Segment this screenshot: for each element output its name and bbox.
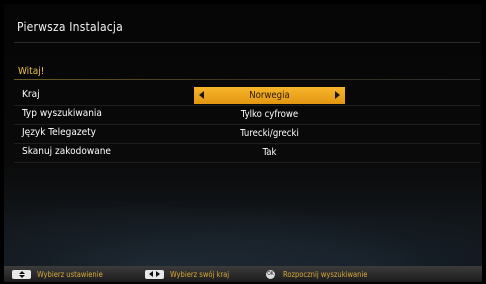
ok-button-icon: OK bbox=[266, 269, 275, 279]
menu-row-country[interactable]: Kraj Norwegia bbox=[14, 87, 480, 106]
welcome-divider bbox=[14, 79, 480, 80]
up-down-key-icon bbox=[12, 269, 31, 279]
page-title: Pierwsza Instalacja bbox=[17, 20, 123, 34]
left-right-key-icon bbox=[145, 269, 164, 279]
hint-select-setting-text: Wybierz ustawienie bbox=[37, 269, 103, 279]
teletext-language-label: Język Telegazety bbox=[22, 127, 96, 138]
hint-start-search-text: Rozpocznij wyszukiwanie bbox=[283, 269, 368, 279]
country-selector[interactable]: Norwegia bbox=[194, 87, 345, 104]
country-value: Norwegia bbox=[249, 90, 290, 101]
search-type-value[interactable]: Tylko cyfrowe bbox=[194, 106, 345, 123]
tv-screen: Pierwsza Instalacja Witaj! Kraj Norwegia… bbox=[0, 0, 486, 284]
arrow-right-icon[interactable] bbox=[335, 91, 340, 99]
background-glow bbox=[4, 186, 482, 266]
menu-row-search-type[interactable]: Typ wyszukiwania Tylko cyfrowe bbox=[14, 106, 480, 125]
country-label: Kraj bbox=[22, 89, 40, 100]
row-divider bbox=[14, 162, 480, 163]
scan-encrypted-label: Skanuj zakodowane bbox=[22, 146, 111, 157]
footer-hint-bar: Wybierz ustawienie Wybierz swój kraj OK … bbox=[4, 266, 482, 282]
menu-row-scan-encrypted[interactable]: Skanuj zakodowane Tak bbox=[14, 144, 480, 163]
hint-select-country-text: Wybierz swój kraj bbox=[170, 269, 230, 279]
hint-select-setting: Wybierz ustawienie bbox=[12, 269, 103, 279]
scan-encrypted-value[interactable]: Tak bbox=[194, 144, 345, 161]
search-type-label: Typ wyszukiwania bbox=[22, 108, 102, 119]
hint-start-search: OK Rozpocznij wyszukiwanie bbox=[266, 269, 367, 279]
hint-select-country: Wybierz swój kraj bbox=[145, 269, 229, 279]
teletext-language-value[interactable]: Turecki/grecki bbox=[194, 125, 345, 142]
arrow-left-icon[interactable] bbox=[199, 91, 204, 99]
menu-row-teletext-language[interactable]: Język Telegazety Turecki/grecki bbox=[14, 125, 480, 144]
welcome-text: Witaj! bbox=[18, 66, 45, 77]
title-divider bbox=[14, 42, 480, 43]
first-installation-panel: Pierwsza Instalacja Witaj! Kraj Norwegia… bbox=[4, 4, 482, 266]
